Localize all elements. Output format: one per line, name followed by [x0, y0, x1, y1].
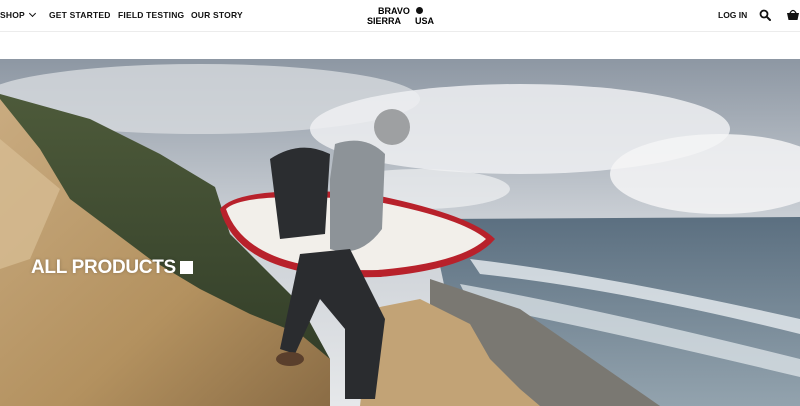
cart-icon[interactable] [786, 9, 800, 21]
logo-word-bravo: BRAVO [378, 6, 410, 16]
brand-logo[interactable]: BRAVO SIERRA USA [367, 6, 437, 26]
nav-get-started[interactable]: GET STARTED [49, 10, 111, 20]
logo-dot-icon [416, 7, 423, 14]
nav-our-story[interactable]: OUR STORY [191, 10, 243, 20]
hero-image [0, 59, 800, 406]
hero-banner[interactable]: ALL PRODUCTS [0, 59, 800, 406]
square-icon [179, 261, 193, 274]
chevron-down-icon [28, 9, 36, 18]
hero-title-text: ALL PRODUCTS [31, 257, 176, 278]
logo-word-usa: USA [415, 16, 435, 26]
logo-word-sierra: SIERRA [367, 16, 402, 26]
nav-shop[interactable]: SHOP [0, 9, 36, 20]
header-divider [0, 31, 800, 32]
nav-field-testing[interactable]: FIELD TESTING [118, 10, 184, 20]
all-products-link[interactable]: ALL PRODUCTS [31, 257, 193, 279]
login-link[interactable]: LOG IN [718, 10, 747, 20]
search-icon[interactable] [759, 9, 771, 21]
top-navigation: SHOP GET STARTED FIELD TESTING OUR STORY… [0, 0, 800, 31]
nav-shop-label: SHOP [0, 10, 25, 20]
